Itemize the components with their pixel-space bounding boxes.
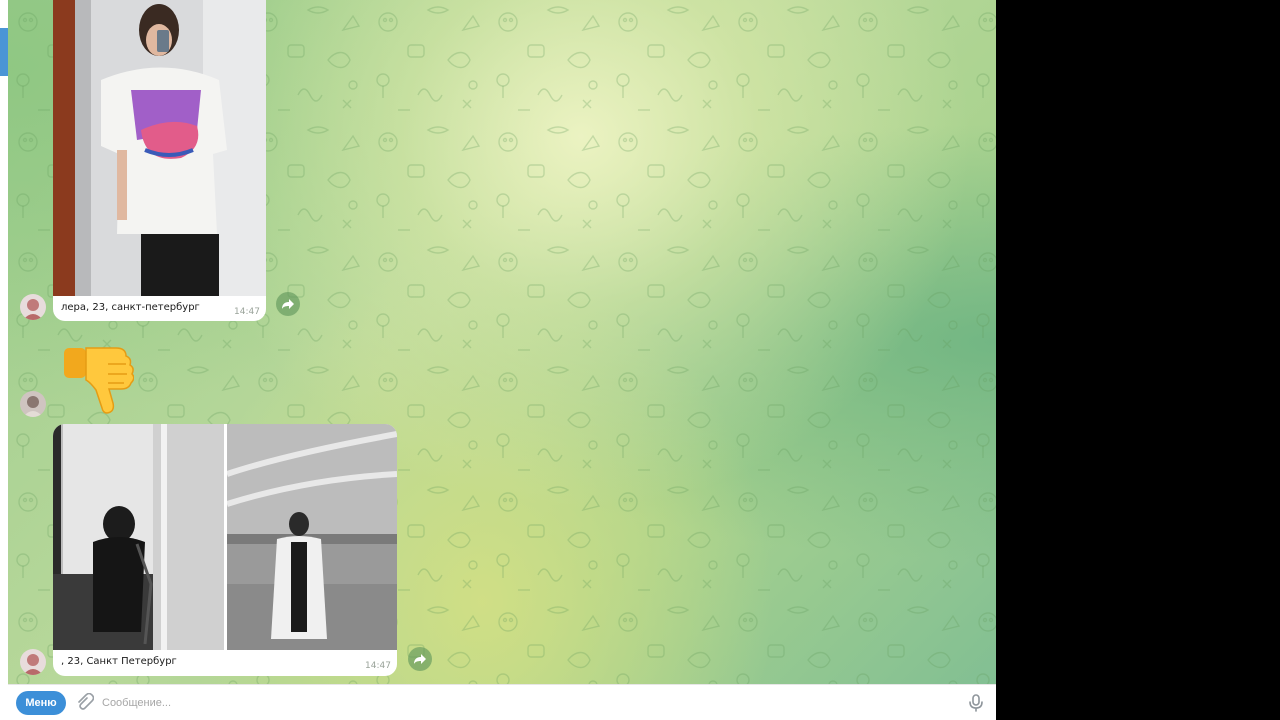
avatar[interactable] [20,391,46,417]
attach-icon[interactable] [74,692,95,713]
avatar[interactable] [20,294,46,320]
active-chat-indicator [0,28,8,76]
selfie-photo-image [53,0,266,296]
chat-area[interactable]: лера, 23, санкт-петербург 14:47 , 23, Са… [8,0,996,684]
message-1-time: 14:47 [234,307,260,317]
message-3-time: 14:47 [365,661,391,671]
telegram-chat-window: лера, 23, санкт-петербург 14:47 , 23, Са… [0,0,996,720]
thumbs-down-sticker[interactable] [58,342,135,418]
message-3-caption: , 23, Санкт Петербург [61,656,177,667]
forward-icon[interactable] [276,292,300,316]
message-1-caption: лера, 23, санкт-петербург [61,302,200,313]
album-photo-2[interactable] [227,424,397,650]
album-photo-1[interactable] [53,424,224,650]
message-album: , 23, Санкт Петербург 14:47 [53,424,397,676]
left-edge-panel [0,0,8,720]
avatar[interactable] [20,649,46,675]
message-1-caption-bubble: лера, 23, санкт-петербург 14:47 [53,296,266,321]
message-input[interactable] [102,691,942,715]
album-photo-1-image [53,424,224,650]
menu-button[interactable]: Меню [16,691,66,715]
message-composer: Меню [8,684,996,720]
message-photo-1[interactable] [53,0,266,296]
forward-icon[interactable] [408,647,432,671]
mic-icon[interactable] [966,693,986,713]
album-photo-2-image [227,424,397,650]
